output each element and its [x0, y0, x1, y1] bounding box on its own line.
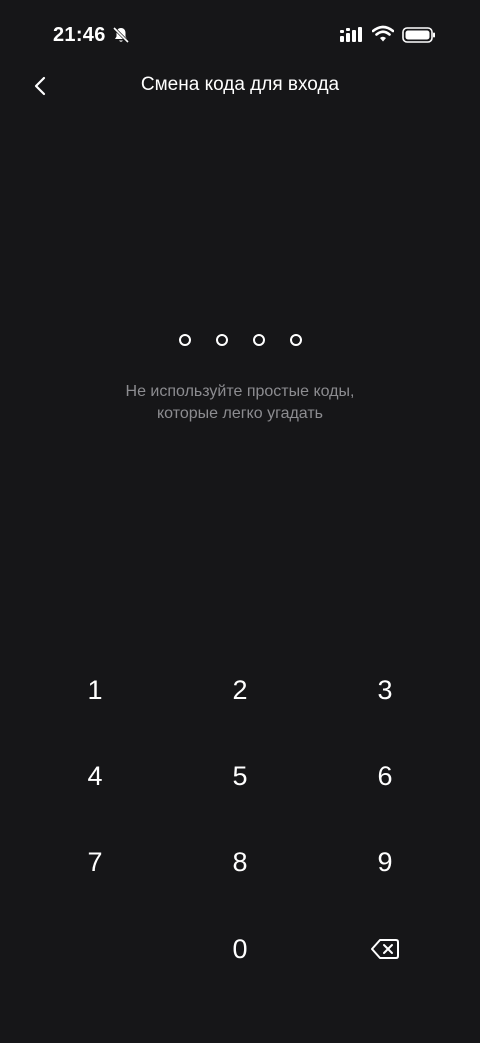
key-5[interactable]: 5	[180, 736, 300, 816]
key-6[interactable]: 6	[325, 736, 445, 816]
hint-text: Не используйте простые коды, которые лег…	[125, 383, 355, 422]
signal-icon	[340, 27, 362, 42]
pin-dot	[289, 334, 302, 346]
bell-off-icon	[112, 26, 130, 44]
battery-icon	[402, 27, 435, 43]
backspace-button[interactable]	[325, 909, 445, 989]
wifi-icon	[372, 25, 394, 42]
key-0[interactable]: 0	[180, 909, 300, 989]
pin-dot	[252, 334, 265, 346]
key-7[interactable]: 7	[35, 822, 155, 902]
status-bar: 21:46	[0, 0, 480, 70]
pin-dot	[215, 334, 228, 346]
page-title: Смена кода для входа	[140, 74, 340, 95]
key-8[interactable]: 8	[180, 822, 300, 902]
header: Смена кода для входа	[0, 62, 480, 108]
key-2[interactable]: 2	[180, 650, 300, 730]
key-3[interactable]: 3	[325, 650, 445, 730]
pin-indicator	[0, 334, 480, 348]
key-9[interactable]: 9	[325, 822, 445, 902]
status-time: 21:46	[53, 24, 106, 46]
key-1[interactable]: 1	[35, 650, 155, 730]
backspace-icon	[371, 939, 399, 959]
key-4[interactable]: 4	[35, 736, 155, 816]
pin-dot	[178, 334, 191, 346]
